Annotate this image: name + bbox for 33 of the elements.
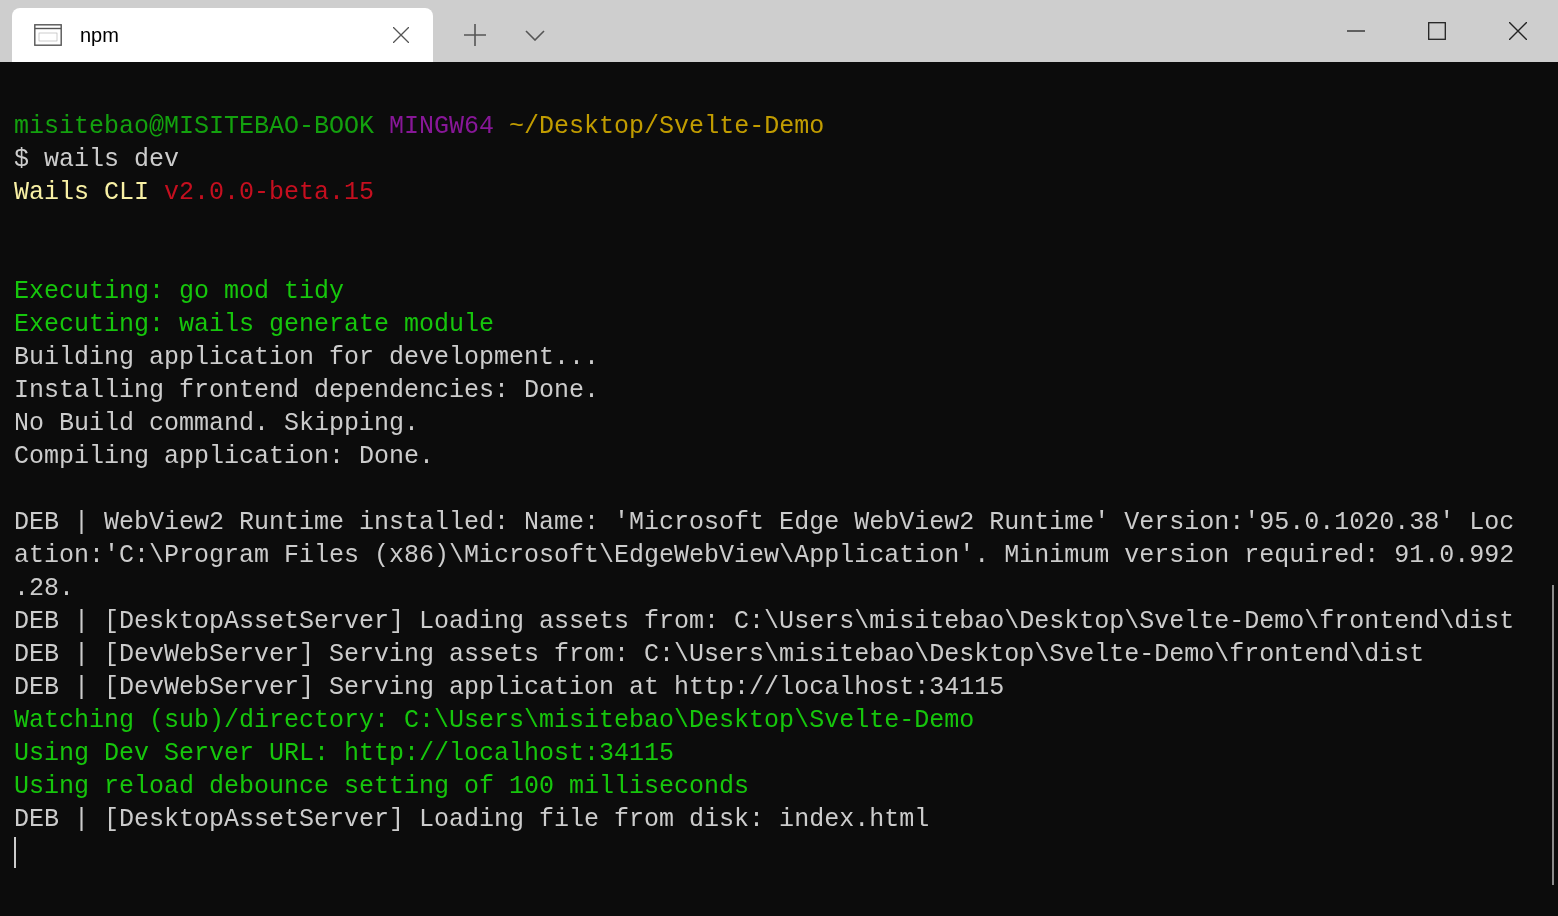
- close-icon[interactable]: [393, 27, 409, 43]
- terminal-text: Building application for development...: [14, 342, 600, 374]
- tab-title: npm: [80, 23, 120, 47]
- terminal-text: ation:'C:\Program Files (x86)\Microsoft\EdgeWebView\Application'. Minimum version required: 91.0.992: [14, 540, 1515, 572]
- terminal-text: DEB | [DevWebServer] Serving application at http://localhost:34115: [14, 672, 1005, 704]
- terminal-text: Watching (sub)/directory: C:\Users\misitebao\Desktop\Svelte-Demo: [14, 705, 975, 737]
- terminal-text: ~/Desktop/Svelte-Demo: [509, 111, 825, 143]
- terminal-icon: [34, 24, 62, 46]
- terminal-text: DEB | [DevWebServer] Serving assets from: C:\Users\misitebao\Desktop\Svelte-Demo\frontend\dist: [14, 639, 1425, 671]
- terminal-text: DEB | [DesktopAssetServer] Loading assets from: C:\Users\misitebao\Desktop\Svelte-Demo\frontend\dist: [14, 606, 1515, 638]
- terminal-text: DEB | WebView2 Runtime installed: Name: 'Microsoft Edge WebView2 Runtime' Version:'95.0.1020.38' Loc: [14, 507, 1515, 539]
- terminal-text: $ wails dev: [14, 144, 180, 176]
- terminal-text: Using Dev Server URL: http://localhost:34115: [14, 738, 675, 770]
- terminal-text: .28.: [14, 573, 74, 605]
- maximize-icon: [1427, 22, 1446, 40]
- terminal-text: v2.0.0-beta.15: [164, 177, 375, 209]
- terminal-text: Using reload debounce setting of 100 milliseconds: [14, 771, 750, 803]
- terminal-tab[interactable]: npm: [12, 8, 433, 62]
- terminal-text: No Build command. Skipping.: [14, 408, 420, 440]
- chevron-down-icon: [525, 29, 545, 41]
- terminal-text: DEB | [DesktopAssetServer] Loading file from disk: index.html: [14, 804, 930, 836]
- terminal-text: Installing frontend dependencies: Done.: [14, 375, 600, 407]
- minimize-icon: [1346, 30, 1365, 32]
- terminal-text: MINGW64: [389, 111, 495, 143]
- plus-icon: [464, 24, 486, 46]
- terminal-text: Compiling application: Done.: [14, 441, 435, 473]
- terminal-text: Executing: wails generate module: [14, 309, 495, 341]
- close-icon: [1508, 22, 1527, 40]
- text-cursor: [14, 837, 16, 868]
- scrollbar[interactable]: [1552, 585, 1554, 885]
- terminal-text: Executing: go mod tidy: [14, 276, 345, 308]
- terminal-text: misitebao@MISITEBAO-BOOK: [14, 111, 375, 143]
- terminal-text: Wails CLI: [14, 177, 150, 209]
